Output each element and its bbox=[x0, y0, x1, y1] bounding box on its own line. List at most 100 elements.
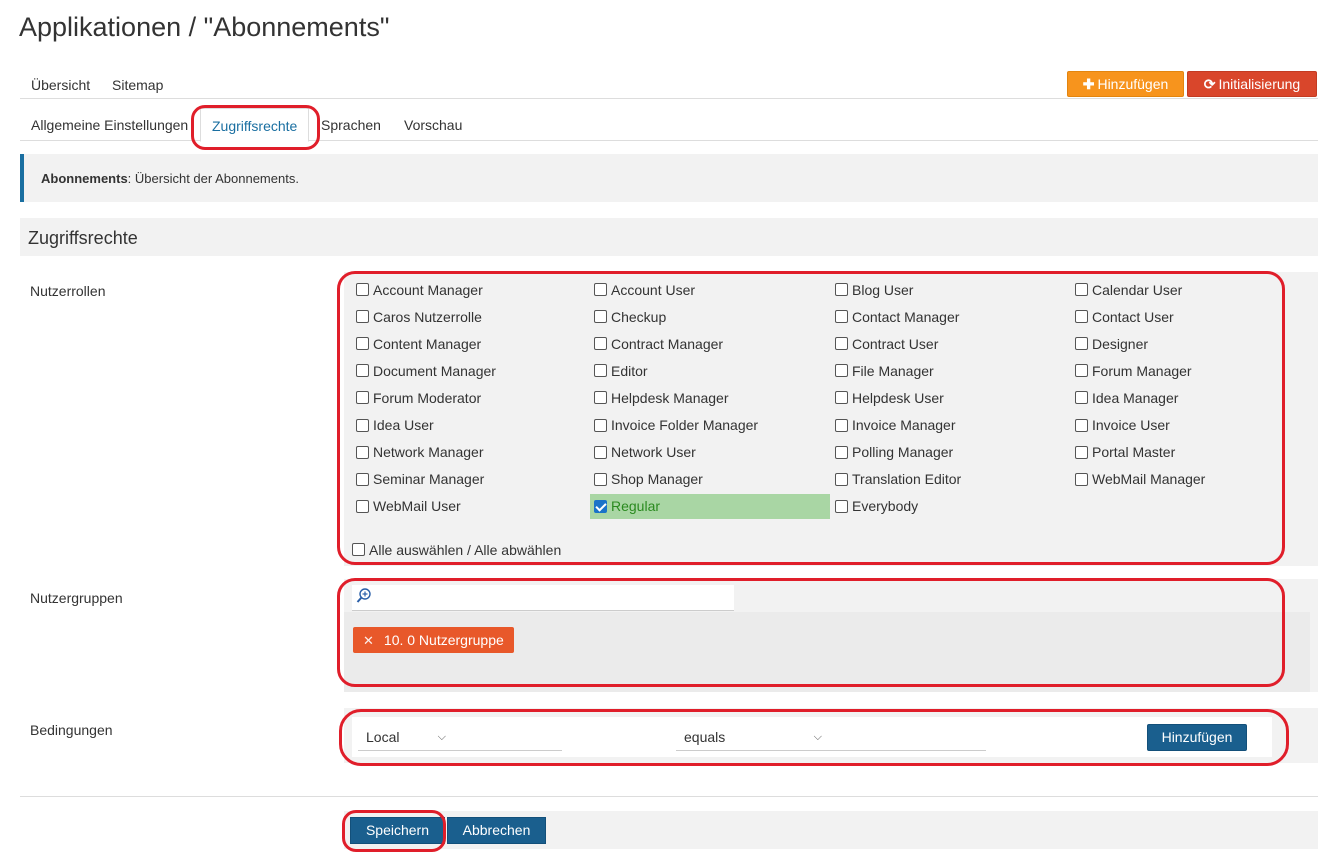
role-checkbox[interactable]: Forum Manager bbox=[1075, 358, 1192, 383]
tab-access-rights[interactable]: Zugriffsrechte bbox=[200, 108, 310, 142]
add-button[interactable]: ✚ Hinzufügen bbox=[1067, 71, 1184, 97]
role-checkbox[interactable]: Network Manager bbox=[356, 440, 484, 465]
checkbox[interactable] bbox=[835, 472, 848, 486]
checkbox[interactable] bbox=[356, 283, 369, 296]
tab-preview[interactable]: Vorschau bbox=[404, 108, 462, 141]
role-checkbox[interactable]: Invoice Folder Manager bbox=[594, 413, 758, 438]
role-checkbox[interactable]: Contact User bbox=[1075, 304, 1174, 329]
checkbox[interactable] bbox=[594, 364, 607, 378]
nav-overview[interactable]: Übersicht bbox=[31, 77, 90, 93]
checkbox[interactable] bbox=[835, 391, 848, 405]
tab-languages[interactable]: Sprachen bbox=[321, 108, 381, 141]
role-checkbox[interactable]: Invoice Manager bbox=[835, 413, 956, 438]
role-label: File Manager bbox=[852, 362, 934, 379]
role-checkbox[interactable]: Account User bbox=[594, 277, 695, 302]
role-checkbox[interactable]: Regular bbox=[590, 493, 830, 519]
select-all-checkbox[interactable]: Alle auswählen / Alle abwählen bbox=[352, 537, 561, 562]
checkbox[interactable] bbox=[594, 418, 607, 432]
role-checkbox[interactable]: Seminar Manager bbox=[356, 467, 484, 492]
checkbox[interactable] bbox=[1075, 472, 1088, 486]
checkbox[interactable] bbox=[594, 283, 607, 296]
checkbox[interactable] bbox=[835, 364, 848, 378]
role-checkbox[interactable]: File Manager bbox=[835, 358, 934, 383]
chevron-down-icon: ⌵ bbox=[437, 731, 446, 743]
role-checkbox[interactable]: Checkup bbox=[594, 304, 666, 329]
checkbox[interactable] bbox=[835, 418, 848, 432]
role-checkbox[interactable]: Portal Master bbox=[1075, 440, 1175, 465]
condition-field-select[interactable]: Local ⌵ bbox=[358, 723, 452, 751]
checkbox[interactable] bbox=[594, 499, 607, 513]
add-condition-button[interactable]: Hinzufügen bbox=[1147, 724, 1247, 751]
role-checkbox[interactable]: Contract Manager bbox=[594, 331, 723, 356]
selected-groups-area: ✕ 10. 0 Nutzergruppe bbox=[344, 612, 1310, 692]
info-box: Abonnements: Übersicht der Abonnements. bbox=[20, 154, 1318, 202]
cancel-button[interactable]: Abbrechen bbox=[447, 817, 546, 844]
checkbox[interactable] bbox=[594, 391, 607, 405]
role-checkbox[interactable]: Forum Moderator bbox=[356, 385, 481, 410]
role-checkbox[interactable]: WebMail Manager bbox=[1075, 467, 1205, 492]
role-checkbox[interactable]: Translation Editor bbox=[835, 467, 961, 492]
role-checkbox[interactable]: Account Manager bbox=[356, 277, 483, 302]
checkbox[interactable] bbox=[1075, 445, 1088, 459]
checkbox[interactable] bbox=[356, 337, 369, 351]
checkbox[interactable] bbox=[835, 310, 848, 324]
checkbox[interactable] bbox=[1075, 310, 1088, 324]
role-label: Forum Moderator bbox=[373, 389, 482, 406]
checkbox[interactable] bbox=[835, 445, 848, 459]
checkbox[interactable] bbox=[594, 445, 607, 459]
role-label: Forum Manager bbox=[1092, 362, 1192, 379]
tab-general-settings[interactable]: Allgemeine Einstellungen bbox=[31, 108, 188, 141]
role-checkbox[interactable]: Invoice User bbox=[1075, 413, 1170, 438]
role-label: Contact User bbox=[1092, 308, 1174, 325]
checkbox[interactable] bbox=[356, 391, 369, 405]
role-label: WebMail Manager bbox=[1092, 471, 1206, 488]
role-checkbox[interactable]: Editor bbox=[594, 358, 648, 383]
role-checkbox[interactable]: Document Manager bbox=[356, 358, 496, 383]
checkbox[interactable] bbox=[356, 499, 369, 513]
role-checkbox[interactable]: Contract User bbox=[835, 331, 938, 356]
checkbox[interactable] bbox=[1075, 283, 1088, 296]
info-text: : Übersicht der Abonnements. bbox=[127, 171, 299, 186]
role-checkbox[interactable]: Shop Manager bbox=[594, 467, 703, 492]
checkbox[interactable] bbox=[1075, 337, 1088, 351]
role-checkbox[interactable]: Designer bbox=[1075, 331, 1148, 356]
checkbox[interactable] bbox=[356, 418, 369, 432]
checkbox[interactable] bbox=[594, 310, 607, 324]
role-checkbox[interactable]: Idea User bbox=[356, 413, 434, 438]
role-checkbox[interactable]: Idea Manager bbox=[1075, 385, 1178, 410]
role-checkbox[interactable]: Network User bbox=[594, 440, 696, 465]
checkbox[interactable] bbox=[1075, 391, 1088, 405]
role-checkbox[interactable]: Helpdesk User bbox=[835, 385, 944, 410]
checkbox[interactable] bbox=[835, 337, 848, 351]
role-checkbox[interactable]: Polling Manager bbox=[835, 440, 953, 465]
checkbox[interactable] bbox=[1075, 418, 1088, 432]
role-checkbox[interactable]: Everybody bbox=[835, 494, 918, 519]
role-checkbox[interactable]: Caros Nutzerrolle bbox=[356, 304, 482, 329]
checkbox[interactable] bbox=[356, 472, 369, 486]
checkbox[interactable] bbox=[356, 364, 369, 378]
remove-icon[interactable]: ✕ bbox=[363, 633, 374, 648]
role-label: Portal Master bbox=[1092, 444, 1176, 461]
role-checkbox[interactable]: WebMail User bbox=[356, 494, 461, 519]
role-label: Content Manager bbox=[373, 335, 482, 352]
checkbox[interactable] bbox=[356, 445, 369, 459]
nav-sitemap[interactable]: Sitemap bbox=[112, 77, 163, 93]
initialize-button[interactable]: ⟳ Initialisierung bbox=[1187, 71, 1317, 97]
checkbox[interactable] bbox=[835, 283, 848, 296]
save-button[interactable]: Speichern bbox=[350, 817, 445, 844]
checkbox[interactable] bbox=[356, 310, 369, 324]
checkbox[interactable] bbox=[594, 472, 607, 486]
checkbox[interactable] bbox=[835, 499, 848, 513]
checkbox[interactable] bbox=[352, 543, 365, 556]
checkbox[interactable] bbox=[1075, 364, 1088, 378]
role-checkbox[interactable]: Contact Manager bbox=[835, 304, 959, 329]
role-checkbox[interactable]: Content Manager bbox=[356, 331, 481, 356]
role-checkbox[interactable]: Blog User bbox=[835, 277, 913, 302]
condition-field-input[interactable] bbox=[452, 723, 562, 751]
checkbox[interactable] bbox=[594, 337, 607, 351]
role-checkbox[interactable]: Helpdesk Manager bbox=[594, 385, 729, 410]
condition-value-input[interactable] bbox=[828, 723, 986, 751]
role-checkbox[interactable]: Calendar User bbox=[1075, 277, 1182, 302]
group-search-input[interactable] bbox=[352, 585, 734, 611]
condition-operator-select[interactable]: equals ⌵ bbox=[676, 723, 828, 751]
